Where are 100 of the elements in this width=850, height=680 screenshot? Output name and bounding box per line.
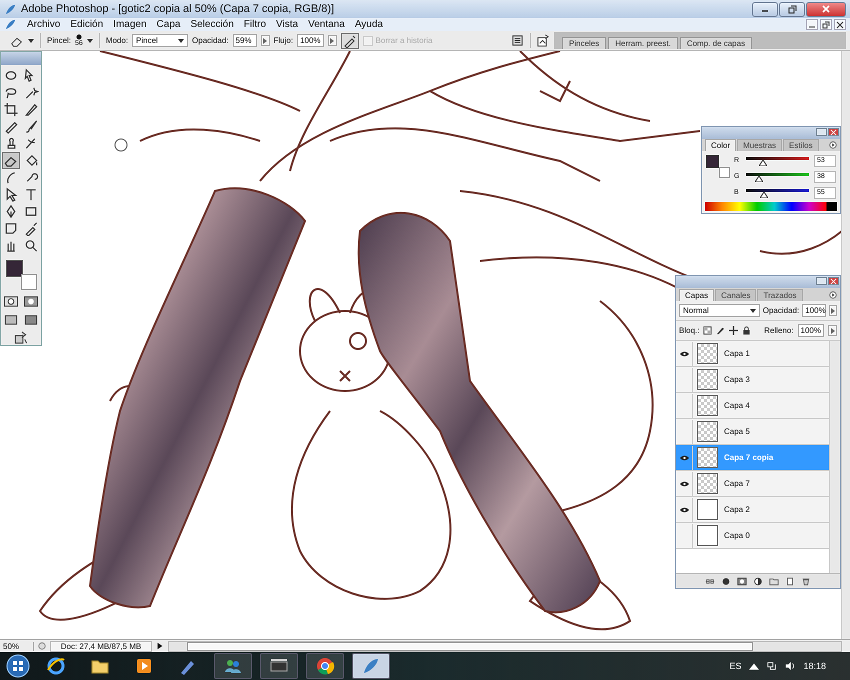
slider-thumb[interactable]	[759, 160, 768, 166]
fill-field[interactable]: 100%	[798, 324, 824, 337]
caret-icon[interactable]	[749, 661, 760, 671]
layer-row[interactable]: Capa 2	[676, 497, 829, 523]
panel-tab[interactable]: Trazados	[757, 289, 803, 301]
layer-row[interactable]: Capa 1	[676, 341, 829, 367]
arrow-button[interactable]	[328, 35, 337, 46]
panel-tab[interactable]: Estilos	[783, 139, 819, 152]
opacity-field[interactable]: 59%	[232, 34, 257, 47]
color-spectrum[interactable]	[705, 202, 837, 211]
layer-row[interactable]: Capa 0	[676, 523, 829, 549]
menu-item[interactable]: Ventana	[308, 19, 345, 30]
layer-row[interactable]: Capa 4	[676, 393, 829, 419]
crop-icon[interactable]	[3, 102, 19, 117]
layer-row[interactable]: Capa 7	[676, 471, 829, 497]
flow-field[interactable]: 100%	[297, 34, 324, 47]
eraser-icon[interactable]	[3, 152, 19, 168]
menu-item[interactable]: Filtro	[244, 19, 266, 30]
panel-menu-icon[interactable]	[829, 141, 837, 150]
brush-icon[interactable]	[716, 326, 726, 335]
standard-mode-icon[interactable]	[3, 294, 19, 309]
jump-to-icon[interactable]	[13, 330, 29, 345]
panel-tab[interactable]: Comp. de capas	[680, 37, 752, 49]
adjustment-icon[interactable]	[753, 576, 763, 586]
slider-thumb[interactable]	[760, 192, 768, 198]
panel-menu-icon[interactable]	[829, 291, 837, 299]
layer-row[interactable]: Capa 5	[676, 419, 829, 445]
arrow-button[interactable]	[829, 305, 837, 316]
close-icon	[830, 128, 837, 136]
magic-wand-icon[interactable]	[23, 84, 39, 100]
airbrush-button[interactable]	[340, 32, 359, 48]
folder-icon[interactable]	[769, 576, 779, 586]
menu-item[interactable]: Selección	[190, 19, 234, 30]
layer-name: Capa 3	[724, 375, 750, 384]
mask-icon[interactable]	[737, 576, 747, 586]
zoom-icon[interactable]	[23, 238, 39, 253]
minimize-button[interactable]	[806, 19, 818, 30]
mode-label: Modo:	[106, 36, 128, 45]
layer-thumbnail	[697, 499, 718, 520]
panel-tab[interactable]: Pinceles	[562, 37, 606, 49]
new-layer-icon[interactable]	[785, 576, 795, 586]
panel-tab[interactable]: Color	[705, 139, 736, 152]
menu-item[interactable]: Capa	[156, 19, 180, 30]
slider-thumb[interactable]	[755, 176, 764, 182]
restore-button[interactable]	[820, 19, 832, 30]
panel-tab[interactable]: Canales	[715, 289, 756, 301]
menu-item[interactable]: Ayuda	[354, 19, 383, 30]
arrow-button[interactable]	[260, 35, 270, 46]
blend-mode-dropdown[interactable]: Normal	[679, 304, 760, 317]
notes-icon[interactable]	[3, 220, 19, 236]
fill-label: Relleno:	[764, 326, 794, 335]
opacity-field[interactable]: 100%	[802, 304, 826, 317]
close-button[interactable]	[834, 19, 846, 30]
arrow-button[interactable]	[828, 325, 837, 336]
restore-icon	[822, 20, 830, 28]
move-icon[interactable]	[729, 326, 738, 335]
lock-icon[interactable]	[742, 326, 752, 335]
panel-tab[interactable]: Capas	[679, 289, 714, 301]
volume-icon[interactable]	[785, 661, 796, 671]
zoom-field[interactable]: 50%	[0, 642, 34, 650]
restore-button[interactable]	[779, 2, 805, 16]
scrollbar[interactable]	[841, 51, 850, 639]
scrollbar[interactable]	[168, 640, 842, 652]
start-button[interactable]	[6, 654, 30, 678]
trash-icon[interactable]	[801, 576, 811, 586]
quick-mask-icon[interactable]	[23, 294, 39, 309]
eye-icon	[680, 454, 688, 460]
caret-icon	[178, 38, 184, 42]
link-icon[interactable]	[705, 576, 715, 586]
layer-name: Capa 0	[724, 531, 750, 540]
eyedropper-icon[interactable]	[23, 220, 39, 236]
layer-row[interactable]: Capa 3	[676, 367, 829, 393]
panel-tab[interactable]: Muestras	[737, 139, 782, 152]
foreground-color-swatch[interactable]	[6, 260, 23, 277]
messenger-icon[interactable]	[214, 653, 252, 679]
layer-name: Capa 5	[724, 427, 750, 436]
background-color-swatch[interactable]	[719, 167, 730, 178]
lock-transparency-icon[interactable]	[703, 326, 712, 335]
caret-icon[interactable]	[28, 38, 34, 42]
caret-icon[interactable]	[86, 38, 93, 42]
scroll-thumb[interactable]	[187, 642, 754, 650]
background-color-swatch[interactable]	[21, 274, 37, 290]
info-icon[interactable]	[38, 642, 46, 650]
opacity-label: Opacidad:	[192, 36, 229, 45]
close-button[interactable]	[806, 2, 846, 16]
triangle-icon	[263, 38, 268, 44]
video-editor-icon[interactable]	[260, 653, 298, 679]
menu-item[interactable]: Archivo	[27, 19, 60, 30]
language-indicator[interactable]: ES	[729, 661, 742, 671]
menu-item[interactable]: Vista	[276, 19, 298, 30]
menu-item[interactable]: Imagen	[113, 19, 147, 30]
mode-dropdown[interactable]: Pincel	[132, 34, 188, 47]
scrollbar[interactable]	[829, 341, 840, 573]
layer-style-icon[interactable]	[721, 576, 731, 586]
menu-item[interactable]: Edición	[70, 19, 104, 30]
panel-tab[interactable]: Herram. preest.	[608, 37, 678, 49]
play-icon[interactable]	[156, 642, 164, 650]
foreground-color-swatch[interactable]	[706, 155, 719, 168]
network-icon[interactable]	[767, 661, 778, 671]
chrome-icon[interactable]	[306, 653, 344, 679]
